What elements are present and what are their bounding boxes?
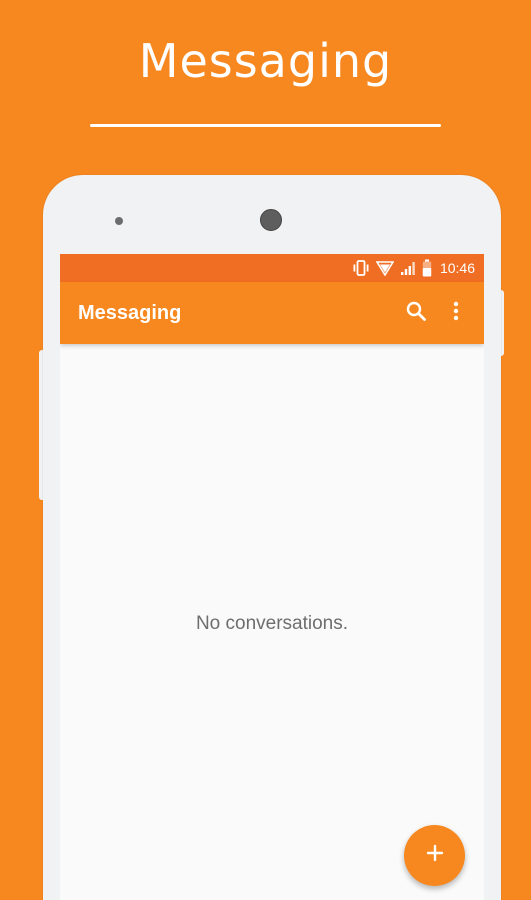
phone-sensor (115, 217, 123, 225)
overflow-menu-button[interactable] (442, 299, 470, 327)
search-icon (405, 300, 427, 327)
phone-screen: 10:46 Messaging No conversations. (60, 254, 484, 900)
promo-divider (90, 124, 441, 127)
vibrate-icon (352, 260, 370, 276)
more-vert-icon (452, 300, 460, 327)
new-conversation-button[interactable] (404, 825, 465, 886)
status-time: 10:46 (439, 260, 475, 276)
promo-stage: Messaging 10:46 Messaging No conversatio… (0, 0, 531, 900)
phone-camera (260, 209, 282, 231)
signal-icon (400, 260, 416, 276)
status-icons: 10:46 (352, 254, 475, 282)
empty-conversations-message: No conversations. (195, 613, 349, 634)
wifi-icon (375, 260, 394, 276)
promo-title: Messaging (138, 34, 393, 88)
plus-icon (425, 843, 445, 868)
battery-icon (422, 259, 432, 277)
search-button[interactable] (402, 299, 430, 327)
status-bar: 10:46 (60, 254, 484, 282)
app-bar: Messaging (60, 282, 484, 344)
app-title: Messaging (78, 302, 182, 324)
